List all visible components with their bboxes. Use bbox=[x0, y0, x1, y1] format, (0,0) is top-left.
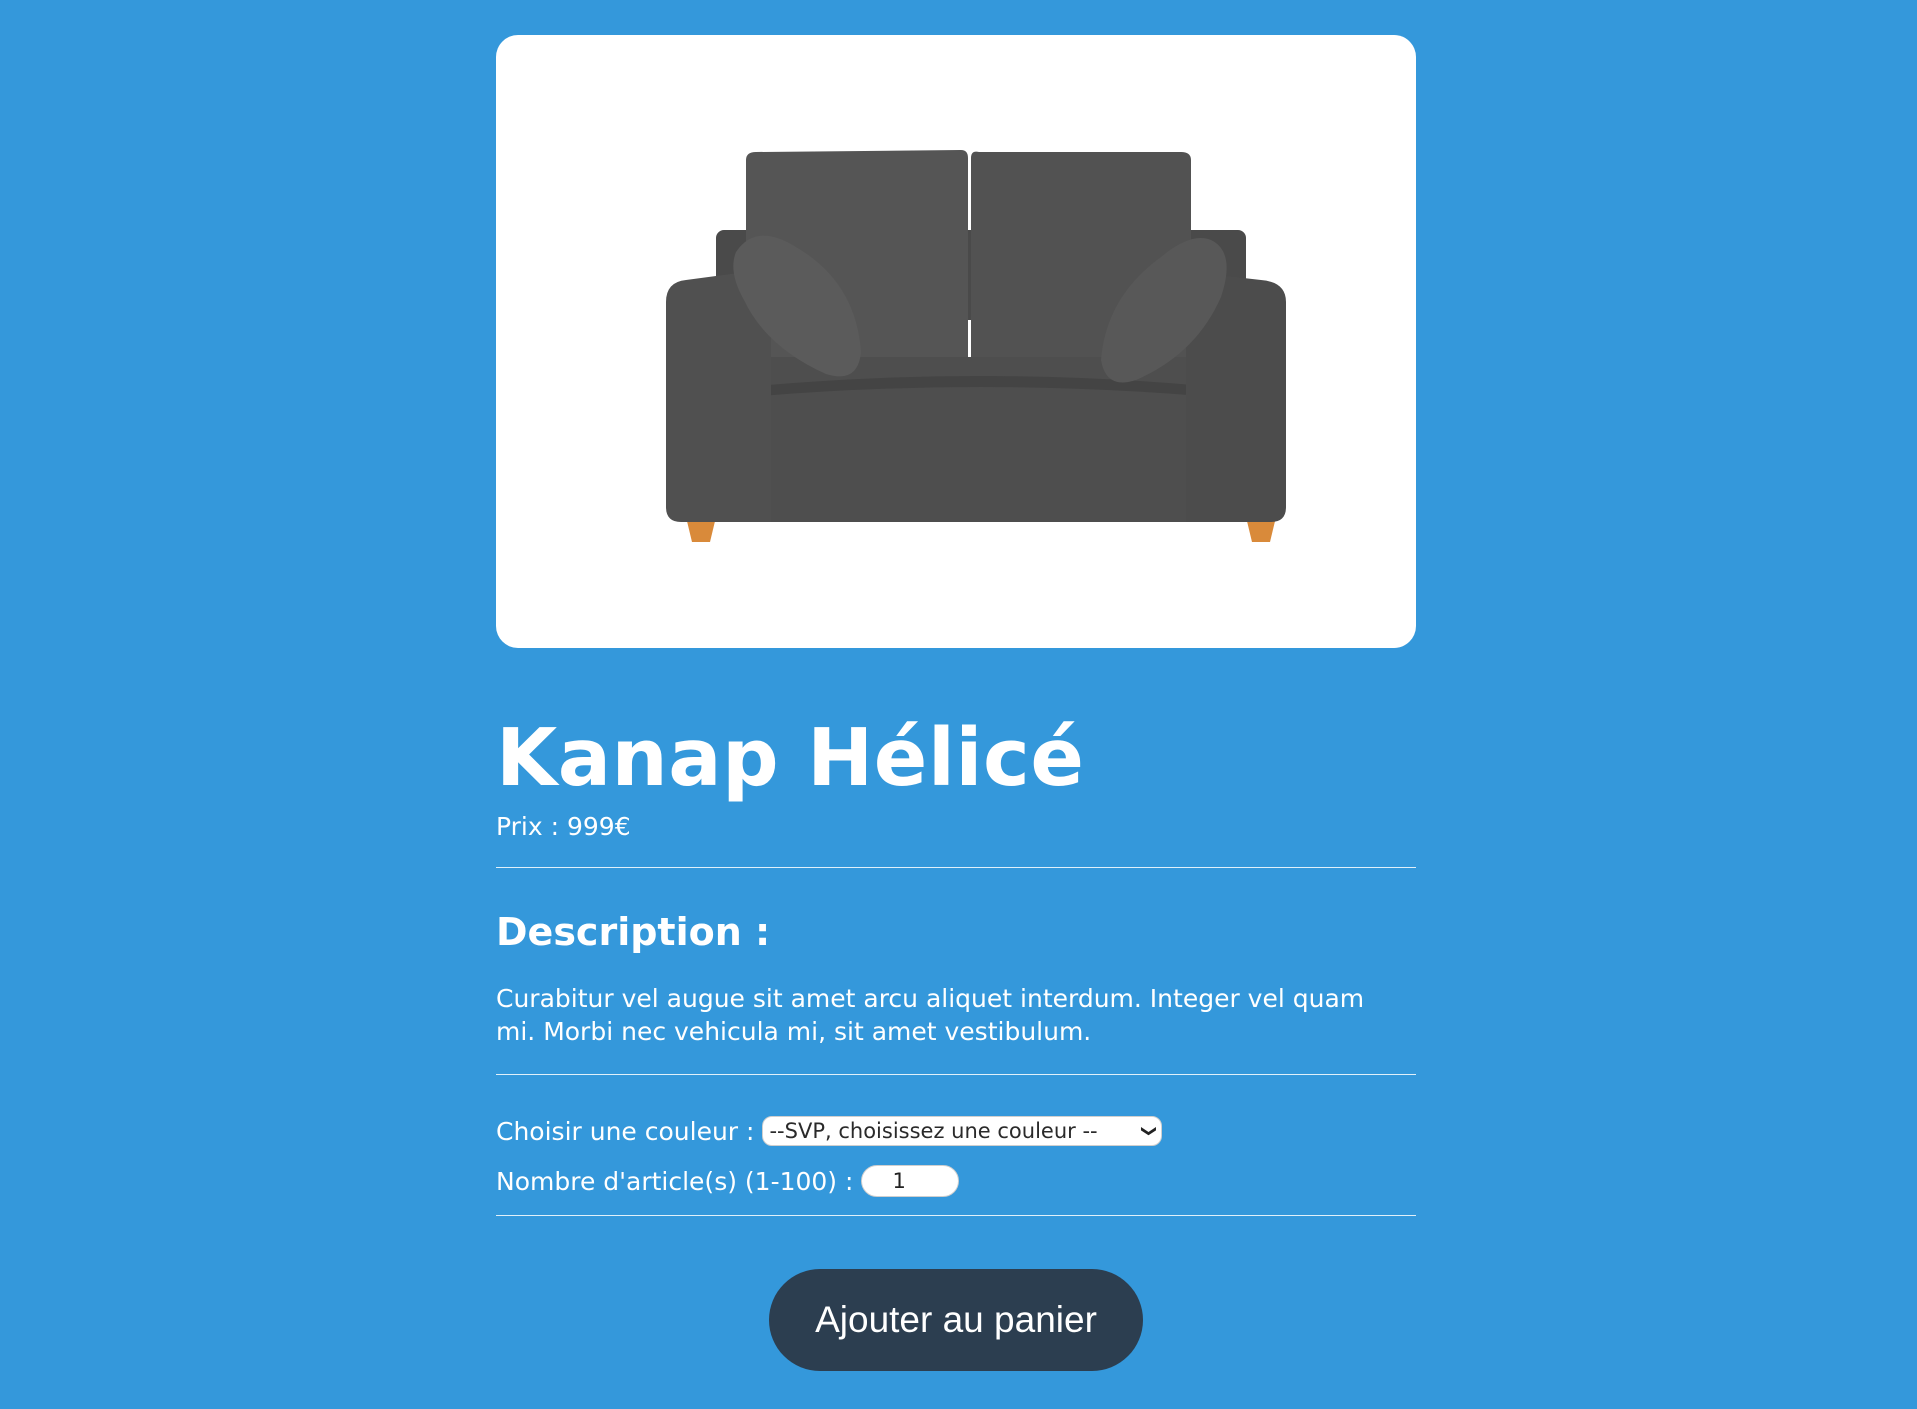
color-row: Choisir une couleur : --SVP, choisissez … bbox=[496, 1115, 1416, 1147]
quantity-label: Nombre d'article(s) (1-100) : bbox=[496, 1166, 854, 1196]
product-section: Kanap Hélicé Prix : 999€ Description : C… bbox=[496, 35, 1416, 1372]
color-label: Choisir une couleur : bbox=[496, 1116, 755, 1146]
sofa-image bbox=[666, 149, 1286, 542]
price-value: 999 bbox=[566, 811, 615, 841]
color-select[interactable]: --SVP, choisissez une couleur -- ❯ bbox=[762, 1116, 1163, 1147]
product-title: Kanap Hélicé bbox=[496, 712, 1085, 804]
price-label: Prix : bbox=[496, 811, 567, 841]
price-currency: € bbox=[614, 811, 631, 841]
description-text: Curabitur vel augue sit amet arcu alique… bbox=[496, 984, 1365, 1047]
add-to-cart-button[interactable]: Ajouter au panier bbox=[769, 1269, 1143, 1372]
chevron-down-icon: ❯ bbox=[1140, 1125, 1159, 1138]
quantity-input[interactable]: 1 bbox=[861, 1165, 960, 1198]
quantity-row: Nombre d'article(s) (1-100) : 1 bbox=[496, 1165, 1416, 1198]
quantity-value: 1 bbox=[892, 1169, 906, 1194]
product-price: Prix : 999€ bbox=[496, 812, 1416, 842]
divider bbox=[496, 1215, 1416, 1217]
product-image-card bbox=[496, 35, 1416, 648]
description-title: Description : bbox=[496, 909, 771, 954]
color-selected-value: --SVP, choisissez une couleur -- bbox=[769, 1119, 1098, 1144]
divider bbox=[496, 866, 1416, 868]
add-to-cart-wrap: Ajouter au panier bbox=[496, 1269, 1416, 1372]
product-settings: Choisir une couleur : --SVP, choisissez … bbox=[496, 1075, 1416, 1198]
